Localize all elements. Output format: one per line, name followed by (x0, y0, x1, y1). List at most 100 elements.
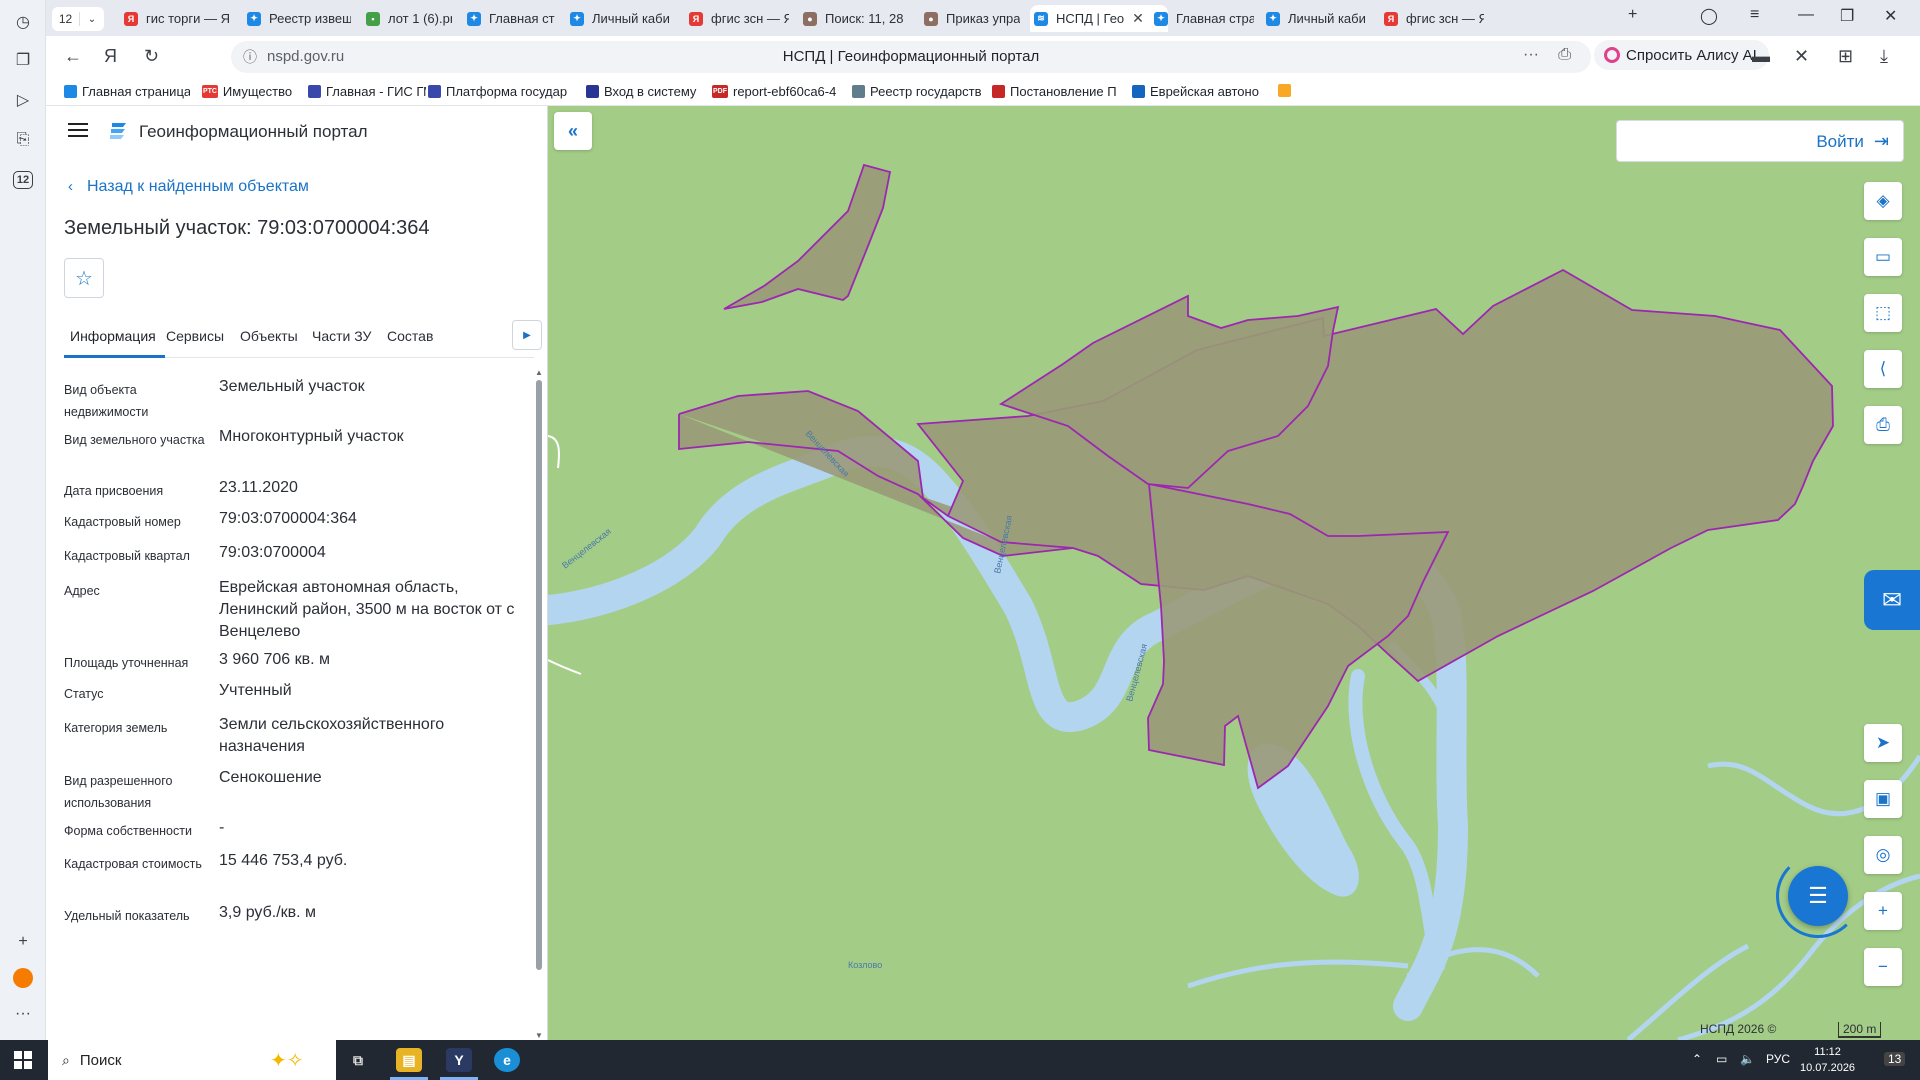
bookmark-item[interactable]: PDF report-ebf60ca6-4 (712, 84, 842, 99)
close-window-icon[interactable]: ✕ (1884, 6, 1897, 26)
minimize-icon[interactable]: — (1798, 6, 1814, 24)
favorite-star-button[interactable]: ☆ (64, 258, 104, 298)
bookmark-label: Реестр государств (870, 84, 982, 99)
browser-tab[interactable]: ✦ Личный каби (566, 5, 674, 32)
close-tab-icon[interactable]: ✕ (1132, 10, 1144, 27)
history-icon[interactable]: ◷ (9, 8, 37, 36)
more-dots-icon[interactable]: ··· (1523, 46, 1539, 64)
tray-chevron-icon[interactable]: ⌃ (1692, 1052, 1702, 1066)
login-button[interactable]: Войти ⇥ (1816, 131, 1889, 152)
profile-icon[interactable]: ◯ (1700, 6, 1718, 26)
yandex-icon[interactable]: Я (104, 46, 117, 67)
tab-composition[interactable]: Состав (387, 328, 433, 344)
menu-icon[interactable]: ≡ (1750, 6, 1759, 24)
scroll-thumb[interactable] (536, 380, 542, 970)
new-tab-icon[interactable]: + (1628, 6, 1637, 24)
volume-icon[interactable]: 🔈 (1740, 1052, 1755, 1066)
map-canvas[interactable]: Венцелевская Венцелевская Венцелевская В… (548, 106, 1920, 1040)
browser-tab[interactable]: ✦ Личный каби (1262, 5, 1366, 32)
chevron-down-icon[interactable]: ⌄ (80, 14, 104, 25)
network-icon[interactable]: ▭ (1716, 1052, 1727, 1066)
tab-info[interactable]: Информация (70, 328, 156, 344)
language-indicator[interactable]: РУС (1766, 1052, 1790, 1066)
more-icon[interactable]: ··· (9, 1000, 37, 1028)
info-value: 3,9 руб./кв. м (219, 904, 317, 921)
layers-icon: ◈ (1876, 191, 1890, 210)
bookmark-label: Главная - ГИС ГМП (326, 84, 426, 99)
edge-icon[interactable]: e (494, 1048, 520, 1072)
split-icon[interactable]: ⊞ (1838, 46, 1853, 67)
browser-tab[interactable]: ≋ НСПД | Гео ✕ (1030, 5, 1168, 32)
taskbar-search[interactable]: ⌕ Поиск ✦✧ (48, 1040, 336, 1080)
browser-tab[interactable]: ● Поиск: 11, 28 (799, 5, 907, 32)
tabs-next-button[interactable]: ▶ (512, 320, 542, 350)
bookmark-item[interactable]: Главная - ГИС ГМП (308, 84, 426, 99)
bookmark-item[interactable]: Постановление П (992, 84, 1120, 99)
ruler-button[interactable]: ▭ (1864, 238, 1902, 276)
browser-tab[interactable]: Яфгис зсн — Я (685, 5, 789, 32)
tabs-count-icon[interactable]: 12 (9, 166, 37, 194)
bookmark-favicon-icon (1132, 85, 1145, 98)
bookmark-icon[interactable]: ⎙ (1558, 46, 1571, 64)
browser-tab[interactable]: ✦ Реестр извещ (243, 5, 351, 32)
back-to-results-link[interactable]: ‹ Назад к найденным объектам (68, 178, 309, 196)
browser-tab[interactable]: Яфгис зсн — Я (1380, 5, 1484, 32)
yandex-browser-icon[interactable]: Y (446, 1048, 472, 1072)
clock[interactable]: 11:12 10.07.2026 (1800, 1044, 1855, 1076)
tab-objects[interactable]: Объекты (240, 328, 298, 344)
print-button[interactable]: ⎙ (1864, 406, 1902, 444)
bookmark-item[interactable]: Вход в систему (586, 84, 704, 99)
windows-start-icon[interactable] (14, 1051, 32, 1069)
screenshot-icon[interactable]: ⎘ (9, 126, 37, 154)
portal-title: Геоинформационный портал (139, 122, 368, 141)
bookmark-item[interactable]: Главная страница (64, 84, 190, 99)
bookmark-item[interactable]: РТС Имущество (202, 84, 298, 99)
browser-sidebar: ◷ ❐ ▷ ⎘ 12 + ··· (0, 0, 46, 1040)
bookmark-item[interactable]: Платформа государ (428, 84, 578, 99)
help-panel-button[interactable]: ✉ (1864, 570, 1920, 630)
reload-icon[interactable]: ↻ (144, 46, 159, 67)
bookmark-item[interactable] (1278, 84, 1294, 97)
browser-tab[interactable]: ✦ Главная стра (463, 5, 555, 32)
play-icon[interactable]: ▷ (9, 86, 37, 114)
zoom-in-button[interactable]: + (1864, 892, 1902, 930)
caret-right-icon: ▶ (523, 329, 531, 341)
chat-button[interactable]: ☰ (1788, 866, 1848, 926)
restore-icon[interactable]: ❐ (1840, 6, 1854, 26)
back-arrow-icon[interactable]: ← (64, 46, 82, 67)
task-view-icon[interactable]: ⧉ (345, 1048, 371, 1072)
tab-counter[interactable]: 12 ⌄ (52, 7, 104, 31)
browser-tab[interactable]: ✦ Главная стра (1150, 5, 1254, 32)
tab-parts[interactable]: Части ЗУ (312, 328, 371, 344)
add-panel-icon[interactable]: + (9, 928, 37, 956)
bookmark-label: Главная страница (82, 84, 190, 99)
file-explorer-icon[interactable]: ▤ (396, 1048, 422, 1072)
bookmark-item[interactable]: Еврейская автоно (1132, 84, 1262, 99)
url-box[interactable]: ⓘ nspd.gov.ru НСПД | Геоинформационный п… (231, 41, 1591, 73)
panel-scrollbar[interactable]: ▲ ▼ (535, 368, 543, 1040)
extension-icon[interactable]: ✕ (1794, 46, 1809, 67)
browser-tab[interactable]: ▪ лот 1 (6).png (362, 5, 452, 32)
minus-icon: − (1878, 957, 1888, 976)
notifications-badge[interactable]: 13 (1884, 1052, 1906, 1066)
locate-button[interactable]: ➤ (1864, 724, 1902, 762)
download-icon[interactable]: ▬ (1752, 46, 1770, 67)
minimap-button[interactable]: ▣ (1864, 780, 1902, 818)
ask-alice-button[interactable]: Спросить Алису AI (1594, 40, 1769, 70)
zoom-out-button[interactable]: − (1864, 948, 1902, 986)
browser-tab[interactable]: Ягис торги — Я (120, 5, 230, 32)
collections-icon[interactable]: ❐ (9, 46, 37, 74)
area-select-button[interactable]: ⬚ (1864, 294, 1902, 332)
collapse-panel-button[interactable]: « (554, 112, 592, 150)
tab-services[interactable]: Сервисы (166, 328, 224, 344)
mail-icon[interactable] (9, 964, 37, 992)
login-box: Войти ⇥ (1616, 120, 1904, 162)
bookmark-item[interactable]: Реестр государств (852, 84, 982, 99)
hamburger-menu-icon[interactable] (68, 123, 88, 141)
active-tab-indicator (64, 355, 165, 358)
browser-tab[interactable]: ● Приказ управ (920, 5, 1020, 32)
zoom-to-object-button[interactable]: ◎ (1864, 836, 1902, 874)
downloads-icon[interactable]: ⤓ (1880, 46, 1888, 67)
share-button[interactable]: ⟨ (1864, 350, 1902, 388)
layers-button[interactable]: ◈ (1864, 182, 1902, 220)
